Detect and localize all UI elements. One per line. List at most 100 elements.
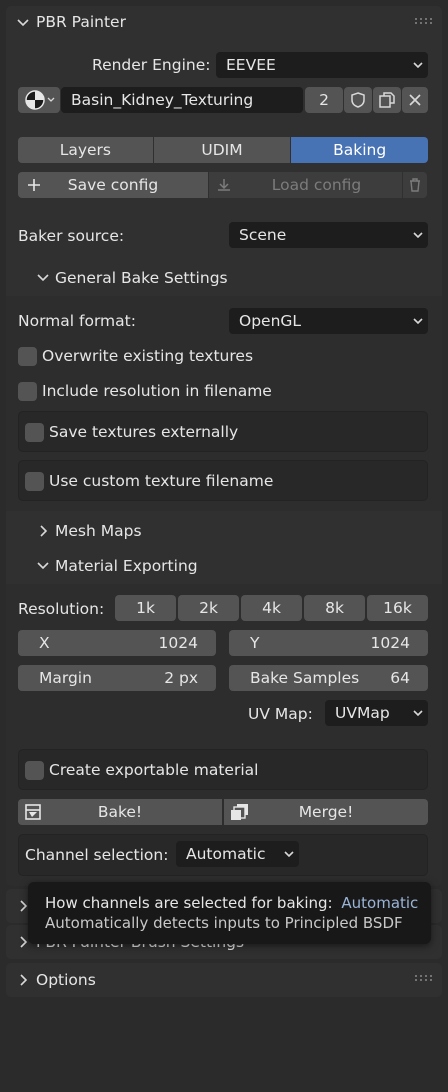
- uv-map-label: UV Map:: [248, 705, 313, 723]
- tab-layers[interactable]: Layers: [18, 137, 153, 163]
- chevron-down-icon: [413, 62, 423, 69]
- margin-field[interactable]: Margin 2 px: [18, 665, 216, 691]
- normal-format-dropdown[interactable]: OpenGL: [229, 308, 428, 334]
- tooltip-line1: How channels are selected for baking: Au…: [45, 894, 418, 912]
- margin-value: 2 px: [164, 669, 198, 687]
- plus-icon: [28, 179, 40, 191]
- chevron-down-icon: [284, 851, 294, 858]
- merge-label: Merge!: [298, 803, 354, 821]
- channel-selection-label: Channel selection:: [25, 846, 169, 864]
- render-engine-dropdown[interactable]: EEVEE: [216, 52, 428, 78]
- custom-filename-checkbox[interactable]: Use custom texture filename: [25, 470, 273, 492]
- load-config-label: Load config: [271, 176, 362, 194]
- chevron-down-icon: [37, 274, 49, 282]
- x-label: X: [39, 634, 50, 652]
- tab-bar: Layers UDIM Baking: [18, 137, 429, 163]
- chevron-down-icon: [413, 710, 423, 717]
- render-engine-value: EEVEE: [226, 56, 276, 74]
- resolution-x-field[interactable]: X 1024: [18, 630, 216, 656]
- users-count-value: 2: [319, 91, 329, 109]
- material-exporting-title: Material Exporting: [55, 557, 198, 575]
- margin-label: Margin: [39, 669, 92, 687]
- delete-config-button[interactable]: [403, 172, 427, 198]
- fake-user-button[interactable]: [344, 87, 372, 113]
- merge-icon: [231, 804, 248, 820]
- close-icon: [409, 94, 421, 106]
- normal-format-label: Normal format:: [18, 312, 136, 330]
- checkbox-box[interactable]: [25, 422, 44, 442]
- options-title: Options: [36, 971, 96, 989]
- save-external-label: Save textures externally: [49, 423, 239, 441]
- resolution-y-field[interactable]: Y 1024: [229, 630, 428, 656]
- render-engine-label: Render Engine:: [92, 56, 211, 74]
- resolution-1k-button[interactable]: 1k: [115, 595, 176, 621]
- mesh-maps-header[interactable]: Mesh Maps: [6, 514, 442, 548]
- drag-handle-icon[interactable]: [415, 18, 433, 24]
- material-browse-button[interactable]: [18, 87, 60, 113]
- checkbox-box[interactable]: [25, 471, 44, 491]
- overwrite-textures-checkbox[interactable]: Overwrite existing textures: [18, 345, 253, 367]
- create-material-label: Create exportable material: [49, 761, 259, 779]
- checkbox-box[interactable]: [25, 760, 44, 780]
- shield-icon: [351, 92, 365, 108]
- options-panel-header[interactable]: Options: [6, 963, 442, 997]
- datablock-name-field[interactable]: Basin_Kidney_Texturing: [61, 87, 303, 113]
- bake-merge-row: Bake! Merge!: [18, 799, 428, 825]
- duplicate-button[interactable]: [373, 87, 401, 113]
- drag-handle-icon[interactable]: [415, 975, 433, 981]
- tab-baking[interactable]: Baking: [291, 137, 429, 163]
- channel-selection-dropdown[interactable]: Automatic: [176, 841, 299, 867]
- load-config-button[interactable]: Load config: [209, 172, 402, 198]
- merge-button[interactable]: Merge!: [224, 799, 428, 825]
- tab-udim-label: UDIM: [201, 141, 243, 159]
- resolution-4k-button[interactable]: 4k: [241, 595, 302, 621]
- checkbox-box[interactable]: [18, 346, 37, 366]
- baker-source-label: Baker source:: [18, 227, 125, 245]
- tab-udim[interactable]: UDIM: [153, 137, 291, 163]
- unlink-button[interactable]: [402, 87, 428, 113]
- channel-selection-tooltip: How channels are selected for baking: Au…: [28, 882, 431, 944]
- resolution-preset-label: 1k: [136, 599, 155, 617]
- general-bake-settings-header[interactable]: General Bake Settings: [6, 261, 442, 295]
- bake-button[interactable]: Bake!: [18, 799, 222, 825]
- bake-icon: [25, 804, 41, 820]
- resolution-8k-button[interactable]: 8k: [304, 595, 365, 621]
- trash-icon: [410, 178, 420, 192]
- bake-samples-field[interactable]: Bake Samples 64: [229, 665, 428, 691]
- resolution-presets: 1k 2k 4k 8k 16k: [115, 595, 428, 621]
- tab-baking-label: Baking: [333, 141, 387, 159]
- save-config-label: Save config: [67, 176, 159, 194]
- tooltip-description: How channels are selected for baking:: [45, 894, 333, 912]
- resolution-16k-button[interactable]: 16k: [367, 595, 428, 621]
- create-material-checkbox[interactable]: Create exportable material: [25, 759, 258, 781]
- panel-title: PBR Painter: [36, 13, 126, 31]
- channel-selection-value: Automatic: [186, 845, 266, 863]
- chevron-down-icon: [413, 318, 423, 325]
- uv-map-dropdown[interactable]: UVMap: [325, 700, 428, 726]
- resolution-label: Resolution:: [18, 600, 105, 618]
- y-label: Y: [250, 634, 260, 652]
- resolution-preset-label: 2k: [199, 599, 218, 617]
- checkbox-box[interactable]: [18, 381, 37, 401]
- custom-filename-label: Use custom texture filename: [49, 472, 274, 490]
- general-bake-settings-title: General Bake Settings: [55, 269, 228, 287]
- material-exporting-header[interactable]: Material Exporting: [6, 549, 442, 583]
- save-external-checkbox[interactable]: Save textures externally: [25, 421, 238, 443]
- mesh-maps-title: Mesh Maps: [55, 522, 142, 540]
- resolution-2k-button[interactable]: 2k: [178, 595, 239, 621]
- chevron-right-icon: [40, 525, 48, 537]
- config-row: Save config Load config: [18, 172, 428, 198]
- normal-format-value: OpenGL: [239, 312, 302, 330]
- include-resolution-checkbox[interactable]: Include resolution in filename: [18, 380, 272, 402]
- chevron-down-icon: [37, 562, 49, 570]
- save-config-button[interactable]: Save config: [18, 172, 208, 198]
- resolution-preset-label: 16k: [383, 599, 412, 617]
- baker-source-dropdown[interactable]: Scene: [229, 222, 428, 248]
- resolution-preset-label: 8k: [325, 599, 344, 617]
- datablock-users-count[interactable]: 2: [305, 87, 343, 113]
- overwrite-textures-label: Overwrite existing textures: [42, 347, 254, 365]
- datablock-name: Basin_Kidney_Texturing: [71, 91, 254, 109]
- tooltip-line2: Automatically detects inputs to Principl…: [45, 914, 403, 932]
- chevron-right-icon: [20, 974, 28, 986]
- panel-header[interactable]: PBR Painter: [6, 6, 442, 40]
